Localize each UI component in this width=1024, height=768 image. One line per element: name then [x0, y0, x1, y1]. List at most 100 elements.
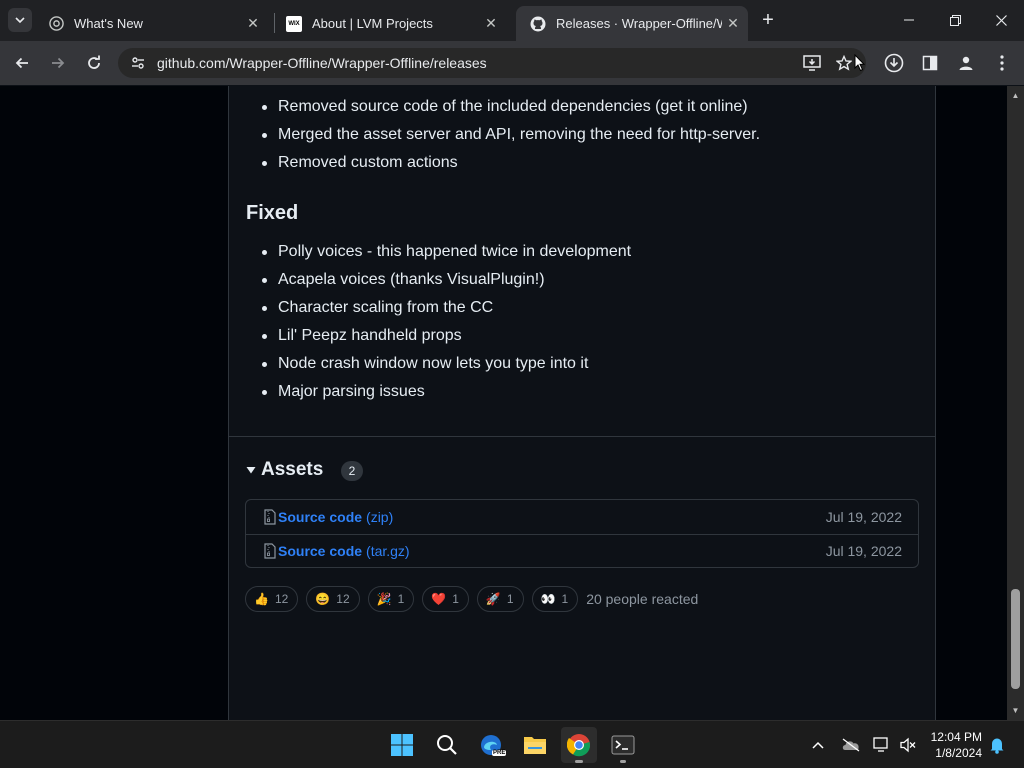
file-zip-icon — [264, 509, 276, 525]
reaction-count: 1 — [506, 592, 514, 606]
close-icon[interactable]: ✕ — [244, 14, 262, 32]
list-bullet — [262, 278, 267, 283]
section-divider — [229, 436, 935, 437]
assets-list: Source code (zip) Jul 19, 2022 Source co… — [245, 499, 919, 568]
scroll-up-arrow-icon[interactable]: ▲ — [1011, 91, 1020, 100]
list-bullet — [262, 105, 267, 110]
volume-muted-icon[interactable] — [896, 733, 920, 757]
notification-bell-icon[interactable] — [985, 733, 1009, 757]
profile-avatar-icon[interactable] — [954, 51, 978, 75]
minimize-icon — [904, 19, 914, 21]
close-icon[interactable]: ✕ — [482, 14, 500, 32]
asset-link[interactable]: Source code — [278, 509, 362, 525]
heart-icon: ❤️ — [431, 592, 447, 606]
asset-extension[interactable]: (tar.gz) — [366, 543, 410, 559]
system-clock[interactable]: 12:04 PM 1/8/2024 — [931, 729, 982, 761]
thumbs-up-icon: 👍 — [254, 592, 269, 606]
back-arrow-icon[interactable] — [10, 51, 34, 75]
list-bullet — [262, 334, 267, 339]
page-scrollbar[interactable]: ▲ ▼ — [1007, 86, 1024, 720]
downloads-icon[interactable] — [882, 51, 906, 75]
assets-title: Assets — [261, 459, 324, 480]
reaction-eyes[interactable]: 👀 1 — [531, 586, 579, 612]
list-item: Removed source code of the included depe… — [278, 98, 748, 115]
reaction-rocket[interactable]: 🚀 1 — [476, 586, 524, 612]
asset-date: Jul 19, 2022 — [825, 509, 902, 525]
tab-search-button[interactable] — [8, 8, 32, 32]
list-bullet — [262, 250, 267, 255]
asset-link[interactable]: Source code — [278, 543, 362, 559]
tab-releases[interactable]: Releases · Wrapper-Offline/Wra ✕ — [516, 6, 748, 41]
tab-about-lvm[interactable]: WIX About | LVM Projects ✕ — [272, 6, 512, 41]
asset-row[interactable]: Source code (tar.gz) Jul 19, 2022 — [246, 534, 918, 568]
close-icon[interactable]: ✕ — [724, 14, 742, 32]
menu-dots-icon[interactable] — [990, 51, 1014, 75]
rocket-icon: 🚀 — [485, 592, 501, 606]
reaction-heart[interactable]: ❤️ 1 — [422, 586, 469, 612]
new-tab-plus-icon[interactable]: + — [756, 8, 780, 32]
file-explorer-icon[interactable] — [517, 727, 553, 763]
asset-date: Jul 19, 2022 — [825, 543, 902, 559]
start-windows-icon[interactable] — [384, 727, 420, 763]
list-item: Polly voices - this happened twice in de… — [278, 243, 632, 260]
scrollbar-thumb[interactable] — [1011, 589, 1020, 689]
tab-title: About | LVM Projects — [312, 16, 433, 31]
close-window-button[interactable] — [978, 0, 1024, 40]
reaction-count: 1 — [452, 592, 459, 606]
site-info-icon[interactable] — [126, 51, 150, 75]
address-bar[interactable]: github.com/Wrapper-Offline/Wrapper-Offli… — [118, 48, 866, 78]
tab-whats-new[interactable]: What's New ✕ — [34, 6, 274, 41]
reaction-hooray[interactable]: 🎉 1 — [367, 586, 415, 612]
chevron-up-icon[interactable] — [806, 733, 830, 757]
chrome-taskbar-icon[interactable] — [561, 727, 597, 763]
restore-icon — [949, 14, 961, 26]
file-zip-icon — [264, 543, 276, 559]
laugh-icon: 😄 — [315, 592, 331, 606]
url-text: github.com/Wrapper-Offline/Wrapper-Offli… — [157, 55, 487, 71]
search-icon[interactable] — [429, 727, 465, 763]
edge-preview-icon[interactable]: PRE — [473, 727, 509, 763]
active-app-indicator — [575, 760, 583, 763]
side-panel-icon[interactable] — [918, 51, 942, 75]
page-viewport: Removed source code of the included depe… — [0, 86, 1007, 720]
assets-toggle[interactable]: Assets — [246, 459, 323, 481]
windows-taskbar: PRE 12:04 PM 1/8/2024 — [0, 720, 1024, 768]
minimize-button[interactable] — [886, 0, 932, 40]
edge-pre-badge: PRE — [492, 750, 507, 756]
onedrive-offline-icon[interactable] — [839, 733, 863, 757]
list-bullet — [262, 133, 267, 138]
fixed-heading: Fixed — [246, 202, 299, 224]
install-app-icon[interactable] — [800, 51, 824, 75]
asset-extension[interactable]: (zip) — [366, 509, 393, 525]
list-item: Character scaling from the CC — [278, 299, 494, 316]
chevron-down-icon — [15, 17, 25, 24]
hooray-icon: 🎉 — [376, 592, 392, 606]
list-bullet — [262, 390, 267, 395]
list-item: Acapela voices (thanks VisualPlugin!) — [278, 271, 545, 288]
reactions-bar: 👍 12 😄 12 🎉 1 ❤️ 1 🚀 1 👀 1 20 people reacted — [245, 586, 698, 612]
list-bullet — [262, 306, 267, 311]
scroll-down-arrow-icon[interactable]: ▼ — [1011, 706, 1020, 715]
wix-icon: WIX — [286, 15, 302, 32]
reaction-laugh[interactable]: 😄 12 — [306, 586, 360, 612]
list-item: Lil' Peepz handheld props — [278, 327, 462, 344]
triangle-down-icon — [246, 467, 256, 474]
asset-row[interactable]: Source code (zip) Jul 19, 2022 — [246, 500, 918, 534]
reaction-count: 1 — [561, 592, 569, 606]
reactions-summary: 20 people reacted — [586, 591, 699, 607]
reaction-count: 12 — [336, 592, 350, 606]
close-icon — [995, 14, 1007, 26]
clock-time: 12:04 PM — [930, 730, 982, 744]
restore-button[interactable] — [932, 0, 978, 40]
list-item: Node crash window now lets you type into… — [278, 355, 589, 372]
list-item: Major parsing issues — [278, 383, 425, 400]
reaction-thumbs-up[interactable]: 👍 12 — [245, 586, 299, 612]
wix-favicon-text: WIX — [288, 20, 300, 27]
chrome-icon — [48, 16, 64, 32]
forward-arrow-icon[interactable] — [46, 51, 70, 75]
reload-icon[interactable] — [82, 51, 106, 75]
clock-date: 1/8/2024 — [935, 746, 982, 760]
bookmark-star-icon[interactable] — [832, 51, 856, 75]
network-icon[interactable] — [870, 733, 894, 757]
terminal-icon[interactable] — [605, 727, 641, 763]
